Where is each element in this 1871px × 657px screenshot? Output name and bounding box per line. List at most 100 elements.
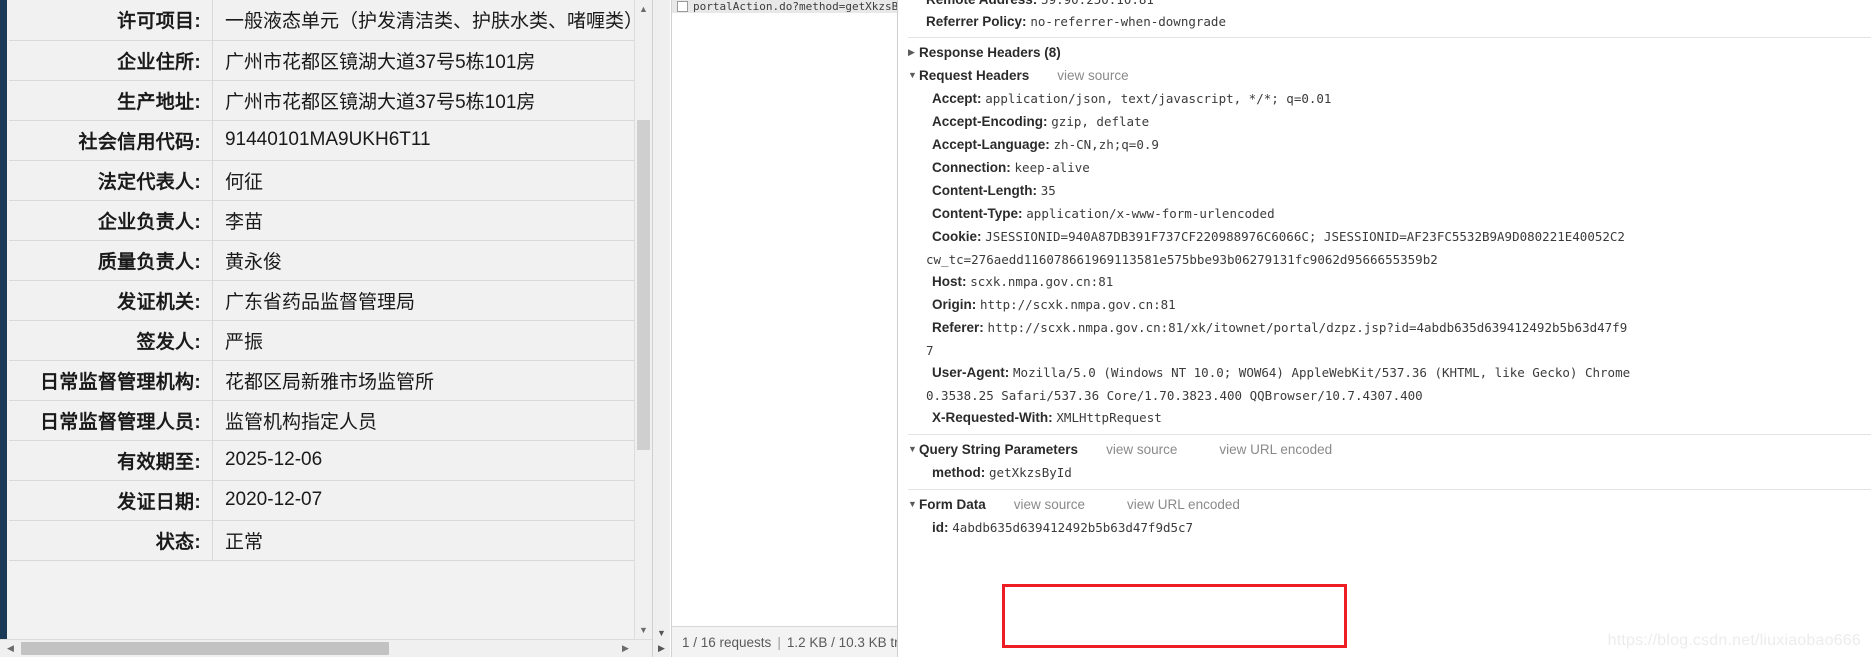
license-info-table: 许可项目: 一般液态单元（护发清洁类、护肤水类、啫喱类） 企业住所: 广州市花都…: [9, 0, 643, 561]
list-item[interactable]: portalAction.do?method=getXkzsById: [672, 0, 898, 13]
row-value: 何征: [211, 160, 643, 201]
header-value: XMLHttpRequest: [1056, 410, 1162, 425]
table-row: 企业负责人: 李苗: [9, 200, 643, 241]
section-request-headers[interactable]: ▼ Request Headers view source: [898, 64, 1871, 87]
header-item-user-agent: User-Agent: Mozilla/5.0 (Windows NT 10.0…: [898, 361, 1871, 384]
header-value: keep-alive: [1014, 160, 1090, 175]
header-value: http://scxk.nmpa.gov.cn:81: [980, 297, 1176, 312]
cookie-wrap-line: cw_tc=276aedd116078661969113581e575bbe93…: [926, 251, 1438, 267]
header-key: Accept-Encoding:: [932, 114, 1048, 129]
form-data-id: id: 4abdb635d639412492b5b63d47f9d5c7: [898, 516, 1871, 539]
row-label: 有效期至:: [9, 440, 213, 481]
header-value: scxk.nmpa.gov.cn:81: [970, 274, 1114, 289]
remote-address-label: Remote Address:: [926, 0, 1037, 7]
remote-address-value: 59.90.250.10:81: [1041, 0, 1154, 7]
checkbox-icon[interactable]: [677, 1, 688, 12]
scroll-up-icon[interactable]: ▲: [635, 1, 652, 18]
table-row: 日常监督管理机构: 花都区局新雅市场监管所: [9, 360, 643, 401]
header-item-x-requested-with: X-Requested-With: XMLHttpRequest: [898, 406, 1871, 429]
view-source-link[interactable]: view source: [1057, 68, 1128, 83]
row-label: 社会信用代码:: [9, 120, 213, 161]
row-label: 许可项目:: [9, 0, 213, 41]
chevron-right-icon[interactable]: ▶: [653, 640, 670, 657]
page-vertical-scrollbar[interactable]: ▲ ▼: [634, 0, 652, 657]
row-value: 广州市花都区镜湖大道37号5栋101房: [211, 80, 643, 121]
header-value: application/x-www-form-urlencoded: [1026, 206, 1275, 221]
view-source-link[interactable]: view source: [1106, 442, 1177, 457]
user-agent-wrap-line: 0.3538.25 Safari/537.36 Core/1.70.3823.4…: [926, 387, 1423, 403]
header-item-host: Host: scxk.nmpa.gov.cn:81: [898, 270, 1871, 293]
vertical-scroll-thumb[interactable]: [637, 120, 650, 450]
header-item-referer: Referer: http://scxk.nmpa.gov.cn:81/xk/i…: [898, 316, 1871, 339]
header-key: Accept:: [932, 91, 982, 106]
header-item-accept-language: Accept-Language: zh-CN,zh;q=0.9: [898, 133, 1871, 156]
section-title: Form Data: [919, 497, 986, 512]
param-key: id:: [932, 520, 949, 535]
table-row: 许可项目: 一般液态单元（护发清洁类、护肤水类、啫喱类）: [9, 0, 643, 41]
network-requests-panel: ▼ ▶ portalAction.do?method=getXkzsById 1…: [652, 0, 939, 657]
section-response-headers[interactable]: ▶ Response Headers (8): [898, 41, 1871, 64]
row-value: 严振: [211, 320, 643, 361]
screenshot-root: 许可项目: 一般液态单元（护发清洁类、护肤水类、啫喱类） 企业住所: 广州市花都…: [0, 0, 1871, 657]
section-query-string-parameters[interactable]: ▼ Query String Parameters view source vi…: [898, 438, 1871, 461]
header-value: http://scxk.nmpa.gov.cn:81/xk/itownet/po…: [987, 320, 1628, 335]
section-divider: [908, 37, 1871, 38]
scroll-right-icon[interactable]: ▶: [617, 640, 634, 657]
scroll-down-icon[interactable]: ▼: [635, 622, 652, 639]
chevron-down-icon[interactable]: ▼: [908, 71, 919, 80]
chevron-down-icon[interactable]: ▼: [653, 624, 670, 641]
license-info-body: 许可项目: 一般液态单元（护发清洁类、护肤水类、啫喱类） 企业住所: 广州市花都…: [9, 0, 643, 561]
row-label: 发证机关:: [9, 280, 213, 321]
header-value: JSESSIONID=940A87DB391F737CF220988976C60…: [985, 229, 1625, 244]
section-title: Request Headers: [919, 68, 1030, 83]
chevron-down-icon[interactable]: ▼: [908, 445, 919, 454]
referrer-policy-row: Referrer Policy: no-referrer-when-downgr…: [898, 10, 1871, 32]
header-item-content-type: Content-Type: application/x-www-form-url…: [898, 202, 1871, 225]
row-label: 发证日期:: [9, 480, 213, 521]
table-row: 质量负责人: 黄永俊: [9, 240, 643, 281]
view-url-encoded-link[interactable]: view URL encoded: [1219, 442, 1332, 457]
header-item-accept-encoding: Accept-Encoding: gzip, deflate: [898, 110, 1871, 133]
param-key: method:: [932, 465, 986, 480]
header-key: Accept-Language:: [932, 137, 1050, 152]
row-label: 企业负责人:: [9, 200, 213, 241]
network-status-bar: 1 / 16 requests | 1.2 KB / 10.3 KB trans…: [671, 626, 939, 657]
row-label: 法定代表人:: [9, 160, 213, 201]
query-param-method: method: getXkzsById: [898, 461, 1871, 484]
row-label: 状态:: [9, 520, 213, 561]
table-row: 社会信用代码: 91440101MA9UKH6T11: [9, 120, 643, 161]
network-request-list[interactable]: portalAction.do?method=getXkzsById: [671, 0, 898, 626]
row-value: 91440101MA9UKH6T11: [211, 120, 643, 161]
row-value: 广东省药品监督管理局: [211, 280, 643, 321]
view-url-encoded-link[interactable]: view URL encoded: [1127, 497, 1240, 512]
header-key: Host:: [932, 274, 967, 289]
row-label: 签发人:: [9, 320, 213, 361]
view-source-link[interactable]: view source: [1014, 497, 1085, 512]
section-form-data[interactable]: ▼ Form Data view source view URL encoded: [898, 493, 1871, 516]
chevron-down-icon[interactable]: ▼: [908, 500, 919, 509]
row-label: 日常监督管理机构:: [9, 360, 213, 401]
page-horizontal-scrollbar[interactable]: ◀ ▶: [0, 639, 652, 657]
table-row: 日常监督管理人员: 监管机构指定人员: [9, 400, 643, 441]
chevron-right-icon[interactable]: ▶: [908, 48, 919, 57]
header-key: Content-Length:: [932, 183, 1037, 198]
request-count: 1 / 16 requests: [682, 634, 772, 650]
row-value: 一般液态单元（护发清洁类、护肤水类、啫喱类）: [211, 0, 643, 41]
header-key: Referer:: [932, 320, 984, 335]
header-key: X-Requested-With:: [932, 410, 1053, 425]
table-row: 生产地址: 广州市花都区镜湖大道37号5栋101房: [9, 80, 643, 121]
headers-detail-panel: Remote Address: 59.90.250.10:81 Referrer…: [897, 0, 1871, 657]
table-row: 发证机关: 广东省药品监督管理局: [9, 280, 643, 321]
header-value: zh-CN,zh;q=0.9: [1053, 137, 1159, 152]
row-value: 2020-12-07: [211, 480, 643, 521]
horizontal-scroll-thumb[interactable]: [21, 642, 389, 655]
header-key: User-Agent:: [932, 365, 1010, 380]
header-value: 35: [1040, 183, 1056, 198]
scroll-left-icon[interactable]: ◀: [2, 640, 19, 657]
request-name: portalAction.do?method=getXkzsById: [693, 0, 898, 13]
referrer-policy-value: no-referrer-when-downgrade: [1030, 13, 1226, 29]
row-label: 日常监督管理人员:: [9, 400, 213, 441]
table-row: 法定代表人: 何征: [9, 160, 643, 201]
row-label: 质量负责人:: [9, 240, 213, 281]
header-item-content-length: Content-Length: 35: [898, 179, 1871, 202]
